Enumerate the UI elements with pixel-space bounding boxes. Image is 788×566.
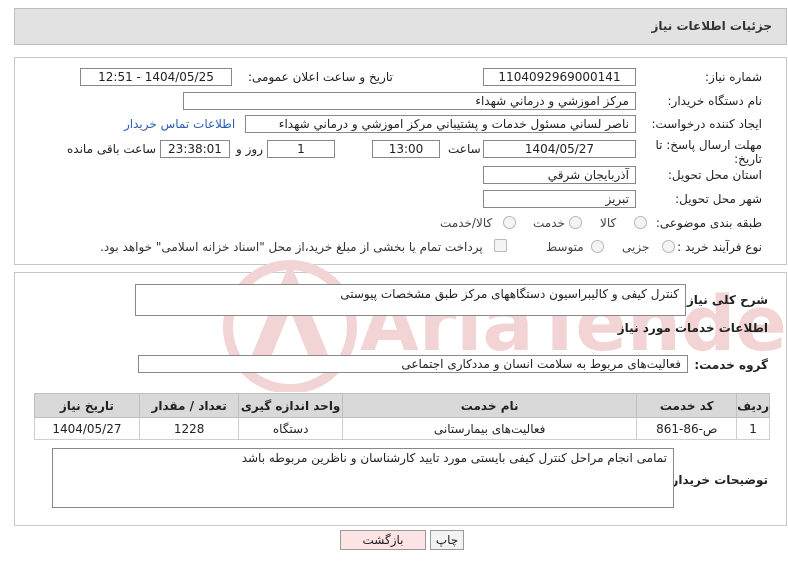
deadline-label-2: تاریخ:	[734, 152, 762, 166]
remain-label: ساعت باقی مانده	[67, 142, 157, 156]
services-section-title: اطلاعات خدمات مورد نیاز	[617, 321, 768, 335]
description-field: کنترل کيفی و کاليبراسيون دستگاههای مرکز …	[135, 284, 686, 316]
announce-field: 1404/05/25 - 12:51	[80, 68, 232, 86]
print-button[interactable]: چاپ	[430, 530, 464, 550]
category-radio-goods[interactable]	[634, 216, 647, 229]
services-table-header: ردیف کد خدمت نام خدمت واحد اندازه گیری ت…	[34, 393, 770, 418]
services-table: ردیف کد خدمت نام خدمت واحد اندازه گیری ت…	[34, 393, 770, 440]
creator-label: ایجاد کننده درخواست:	[651, 117, 762, 131]
category-option-goods-service: کالا/خدمت	[440, 216, 493, 230]
col-date: تاریخ نیاز	[34, 393, 140, 418]
category-radio-goods-service[interactable]	[503, 216, 516, 229]
cell-date: 1404/05/27	[34, 417, 140, 440]
need-number-field: 1104092969000141	[483, 68, 636, 86]
category-option-service: خدمت	[533, 216, 565, 230]
payment-note: پرداخت تمام یا بخشی از مبلغ خرید،از محل …	[100, 240, 483, 254]
province-field: آذربايجان شرقي	[483, 166, 636, 184]
city-field: تبريز	[483, 190, 636, 208]
buyer-notes-label: توضیحات خریدار:	[666, 473, 768, 487]
col-qty: تعداد / مقدار	[138, 393, 240, 418]
announce-label: تاریخ و ساعت اعلان عمومی:	[248, 70, 393, 84]
col-name: نام خدمت	[341, 393, 638, 418]
city-label: شهر محل تحویل:	[675, 192, 762, 206]
deadline-date-field: 1404/05/27	[483, 140, 636, 158]
province-label: استان محل تحویل:	[667, 168, 762, 182]
service-group-field: فعالیت‌های مربوط به سلامت انسان و مددکار…	[138, 355, 688, 373]
cell-code: ص-86-861	[636, 417, 738, 440]
need-number-label: شماره نیاز:	[705, 70, 762, 84]
category-label: طبقه بندی موضوعی:	[655, 216, 762, 230]
cell-name: فعالیت‌های بیمارستانی	[341, 417, 638, 440]
page-header: جزئیات اطلاعات نیاز	[14, 8, 787, 45]
buyer-label: نام دستگاه خریدار:	[667, 94, 763, 108]
col-unit: واحد اندازه گیری	[238, 393, 343, 418]
col-code: کد خدمت	[636, 393, 738, 418]
deadline-label-1: مهلت ارسال پاسخ: تا	[655, 138, 762, 152]
service-group-label: گروه خدمت:	[694, 358, 768, 372]
cell-qty: 1228	[138, 417, 240, 440]
creator-field: ناصر لساني مسئول خدمات و پشتيباني مرکز ا…	[245, 115, 636, 133]
col-row: ردیف	[736, 393, 770, 418]
process-option-medium: متوسط	[546, 240, 584, 254]
days-field: 1	[267, 140, 335, 158]
category-radio-service[interactable]	[569, 216, 582, 229]
description-label: شرح کلی نیاز:	[682, 293, 768, 307]
process-label: نوع فرآیند خرید :	[677, 240, 762, 254]
buyer-notes-field: تمامی انجام مراحل کنترل کيفی بایستی مورد…	[52, 448, 674, 508]
buyer-field: مرکز اموزشي و درماني شهداء	[183, 92, 636, 110]
cell-row: 1	[736, 417, 770, 440]
deadline-time-field: 13:00	[372, 140, 440, 158]
cell-unit: دستگاه	[238, 417, 343, 440]
days-label: روز و	[236, 142, 263, 156]
buyer-contact-link[interactable]: اطلاعات تماس خریدار	[124, 117, 235, 131]
payment-checkbox[interactable]	[494, 239, 507, 252]
process-radio-minor[interactable]	[662, 240, 675, 253]
back-button[interactable]: بازگشت	[340, 530, 426, 550]
deadline-time-label: ساعت	[448, 142, 481, 156]
remain-time-field: 23:38:01	[160, 140, 230, 158]
process-radio-medium[interactable]	[591, 240, 604, 253]
process-option-minor: جزیی	[622, 240, 650, 254]
category-option-goods: کالا	[600, 216, 617, 230]
need-info-panel	[14, 57, 787, 265]
table-row: 1 ص-86-861 فعالیت‌های بیمارستانی دستگاه …	[34, 417, 770, 440]
page-title: جزئیات اطلاعات نیاز	[651, 19, 772, 33]
